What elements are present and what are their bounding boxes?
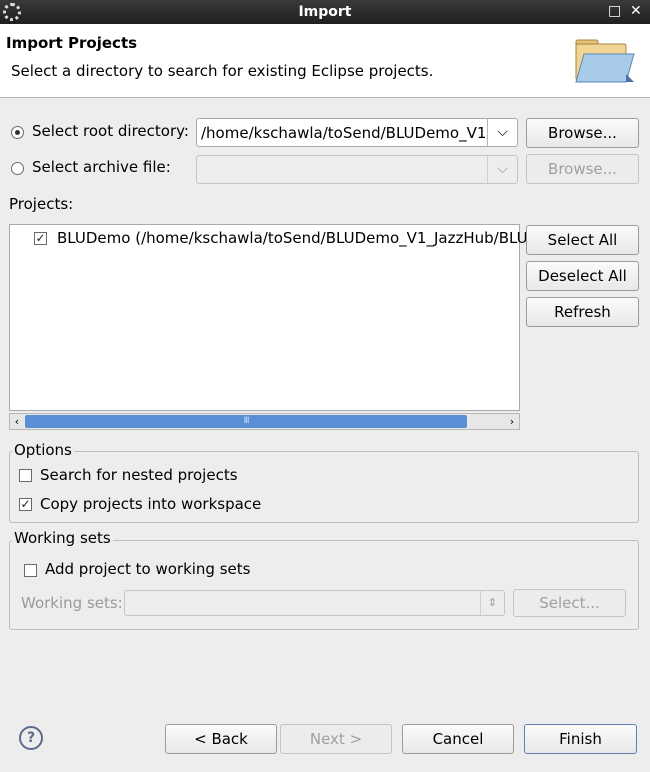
wizard-header: Import Projects Select a directory to se… — [0, 24, 650, 98]
add-working-sets-checkbox[interactable] — [24, 564, 37, 577]
page-description: Select a directory to search for existin… — [11, 62, 434, 80]
horizontal-scrollbar[interactable]: ‹ III › — [9, 413, 520, 430]
working-sets-label: Working sets — [12, 529, 113, 547]
finish-button[interactable]: Finish — [524, 724, 637, 754]
add-working-sets-label: Add project to working sets — [45, 560, 251, 578]
working-sets-combo[interactable]: ⇕ — [124, 590, 505, 616]
window-titlebar: Import □ ✕ — [0, 0, 650, 24]
list-item[interactable]: ✓ BLUDemo (/home/kschawla/toSend/BLUDemo… — [10, 229, 539, 249]
root-browse-button[interactable]: Browse... — [526, 118, 639, 148]
window-title: Import — [298, 4, 352, 20]
project-checkbox[interactable]: ✓ — [34, 232, 47, 245]
chevron-down-icon[interactable]: ⌵ — [487, 156, 517, 183]
root-directory-radio[interactable] — [11, 126, 24, 139]
root-directory-combo[interactable]: /home/kschawla/toSend/BLUDemo_V1_Ja ⌵ — [196, 118, 518, 147]
search-nested-checkbox[interactable] — [19, 469, 32, 482]
archive-file-combo[interactable]: ⌵ — [196, 155, 518, 184]
refresh-button[interactable]: Refresh — [526, 297, 639, 327]
deselect-all-button[interactable]: Deselect All — [526, 261, 639, 291]
search-nested-label: Search for nested projects — [40, 466, 238, 484]
folder-icon — [575, 39, 635, 83]
scroll-right-icon[interactable]: › — [505, 414, 519, 429]
options-label: Options — [12, 441, 74, 459]
select-all-button[interactable]: Select All — [526, 225, 639, 255]
archive-browse-button[interactable]: Browse... — [526, 154, 639, 184]
back-button[interactable]: < Back — [165, 724, 277, 754]
root-directory-label: Select root directory: — [32, 122, 189, 140]
copy-workspace-label: Copy projects into workspace — [40, 495, 262, 513]
working-sets-select-button[interactable]: Select... — [513, 589, 626, 617]
close-icon[interactable]: ✕ — [630, 3, 642, 19]
projects-list[interactable]: ✓ BLUDemo (/home/kschawla/toSend/BLUDemo… — [9, 224, 539, 411]
root-directory-value: /home/kschawla/toSend/BLUDemo_V1_Ja — [201, 124, 485, 142]
projects-label: Projects: — [9, 195, 74, 213]
archive-file-radio[interactable] — [11, 162, 24, 175]
chevron-down-icon[interactable]: ⌵ — [487, 119, 517, 146]
project-label: BLUDemo (/home/kschawla/toSend/BLUDemo_V… — [57, 229, 540, 247]
spinner-icon[interactable]: ⇕ — [480, 591, 504, 615]
cancel-button[interactable]: Cancel — [402, 724, 514, 754]
copy-workspace-checkbox[interactable]: ✓ — [19, 498, 32, 511]
next-button[interactable]: Next > — [280, 724, 392, 754]
working-sets-field-label: Working sets: — [21, 594, 123, 612]
maximize-icon[interactable]: □ — [608, 3, 621, 19]
scroll-left-icon[interactable]: ‹ — [10, 414, 24, 429]
scrollbar-thumb[interactable]: III — [25, 415, 467, 428]
page-title: Import Projects — [6, 34, 138, 52]
help-icon[interactable]: ? — [19, 726, 43, 750]
archive-file-label: Select archive file: — [32, 158, 171, 176]
